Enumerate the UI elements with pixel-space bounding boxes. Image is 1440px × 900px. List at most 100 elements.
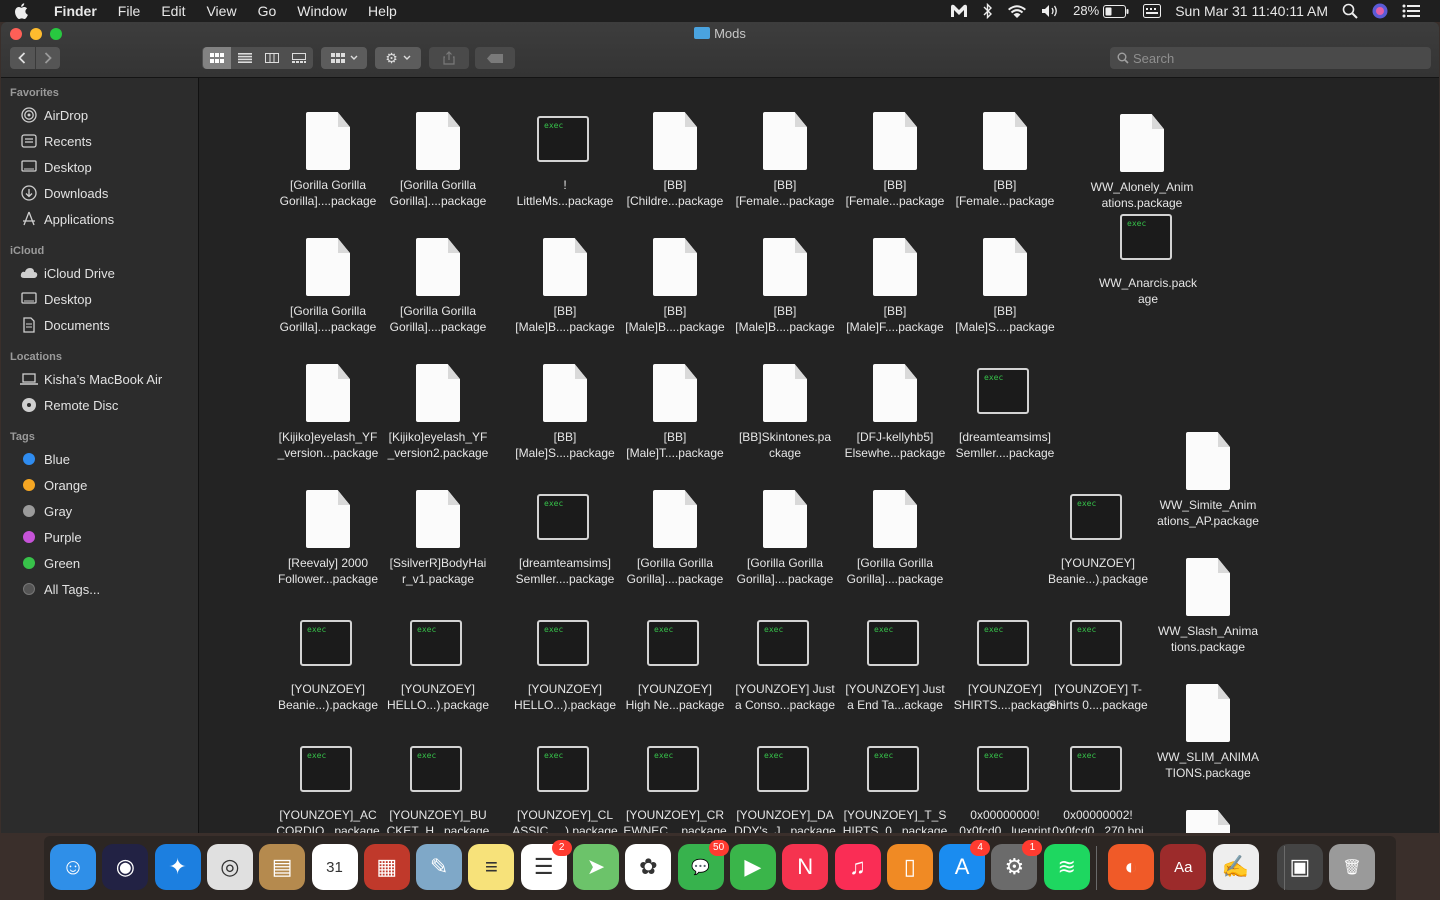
notification-center-icon[interactable]	[1402, 4, 1420, 18]
gallery-view-button[interactable]	[285, 47, 312, 69]
column-view-button[interactable]	[258, 47, 285, 69]
dock-glyph: ✿	[639, 854, 658, 879]
file-name: [Gorilla Gorilla Gorilla]....package	[264, 177, 392, 209]
dock-spotify-icon[interactable]: ≋	[1043, 844, 1090, 890]
action-menu-button[interactable]: ⚙	[375, 47, 421, 69]
sidebar-item-applications[interactable]: Applications	[19, 208, 114, 230]
dock-maps-icon[interactable]: ➤	[573, 844, 619, 890]
chevron-down-icon	[403, 55, 411, 60]
wifi-icon[interactable]	[1007, 4, 1027, 19]
sidebar-tag-gray[interactable]: Gray	[19, 500, 72, 522]
sidebar-item-macbook[interactable]: Kisha’s MacBook Air	[19, 368, 162, 390]
malwarebytes-icon[interactable]	[949, 3, 969, 19]
file-name: [YOUNZOEY]_AC CORDIO...package	[264, 807, 392, 833]
sidebar-item-label: All Tags...	[44, 581, 101, 597]
dock-books-icon[interactable]: ▯	[886, 844, 933, 890]
edit-tags-button[interactable]	[475, 47, 515, 69]
dock-news-icon[interactable]: N	[782, 844, 829, 890]
terminal-exec-icon: exec	[537, 746, 589, 792]
dock-finder-icon[interactable]: ☺	[50, 844, 96, 890]
dock-glyph: ▤	[271, 854, 293, 879]
menu-help[interactable]: Help	[368, 0, 397, 22]
dock-mediahuman-icon[interactable]: ◐	[1108, 844, 1154, 890]
menu-file[interactable]: File	[118, 0, 141, 22]
sidebar-item-icloud-desktop[interactable]: Desktop	[19, 288, 92, 310]
blank-document-icon	[873, 112, 917, 170]
apple-menu-icon[interactable]	[14, 3, 32, 19]
dock-safari-icon[interactable]: ✦	[154, 844, 201, 890]
sidebar-tag-orange[interactable]: Orange	[19, 474, 87, 496]
dock-glyph: ☺	[61, 854, 85, 879]
sidebar-item-label: Orange	[44, 477, 88, 493]
sidebar-item-airdrop[interactable]: AirDrop	[19, 104, 88, 126]
file-name-line-1: [SsilverR]BodyHai	[389, 556, 487, 570]
forward-button[interactable]	[36, 47, 61, 69]
exec-label: exec	[984, 625, 1004, 634]
clock-datetime[interactable]: Sun Mar 31 11:40:11 AM	[1175, 0, 1328, 22]
file-name-line-2: _version...package	[277, 446, 379, 460]
file-name-line-1: [YOUNZOEY]_AC	[279, 808, 377, 822]
dock-facetime-icon[interactable]: ▶	[729, 844, 776, 890]
menu-edit[interactable]: Edit	[161, 0, 185, 22]
menu-window[interactable]: Window	[297, 0, 347, 22]
file-name-line-1: [YOUNZOEY]	[527, 682, 602, 696]
dock-calendar-icon[interactable]: 31	[311, 844, 358, 890]
sidebar-item-desktop[interactable]: Desktop	[19, 156, 92, 178]
file-name-line-2: Follower...package	[277, 572, 379, 586]
dock-dictionary-icon[interactable]: Aa	[1160, 844, 1207, 890]
keyboard-input-icon[interactable]	[1143, 4, 1162, 18]
file-name: [YOUNZOEY]_CR EWNEC....package	[611, 807, 739, 833]
terminal-exec-icon: exec	[647, 746, 699, 792]
spotlight-search-icon[interactable]	[1342, 3, 1358, 19]
dock-photos-icon[interactable]: ✿	[625, 844, 672, 890]
dock-app-store-icon[interactable]: A4	[939, 840, 991, 890]
blank-document-icon	[653, 490, 697, 548]
file-name: [BB] [Female...package	[721, 177, 849, 209]
menu-view[interactable]: View	[206, 0, 236, 22]
dock-system-preferences-icon[interactable]: ⚙ 1	[991, 840, 1043, 890]
sidebar-item-icloud-drive[interactable]: iCloud Drive	[19, 262, 115, 284]
dock-photo-booth-icon[interactable]: ▦	[363, 844, 410, 890]
disc-icon	[19, 397, 39, 413]
dock-trash-icon[interactable]: 🗑	[1329, 844, 1376, 890]
sidebar-header-icloud: iCloud	[10, 245, 45, 257]
blank-document-icon	[763, 112, 807, 170]
group-by-button[interactable]	[321, 47, 367, 69]
list-view-button[interactable]	[231, 47, 258, 69]
sidebar-tag-purple[interactable]: Purple	[19, 526, 82, 548]
dock-preview-icon[interactable]: ✎	[416, 844, 463, 890]
dock-contacts-icon[interactable]: ▤	[259, 844, 306, 890]
sidebar-item-documents[interactable]: Documents	[19, 314, 110, 336]
volume-icon[interactable]	[1041, 4, 1059, 18]
dock-messages-icon[interactable]: 💬 50	[677, 840, 729, 890]
exec-label: exec	[544, 121, 564, 130]
sidebar-tag-green[interactable]: Green	[19, 552, 80, 574]
dock-siri-icon[interactable]: ◉	[102, 844, 149, 890]
search-field[interactable]: Search	[1110, 47, 1431, 69]
sidebar-item-downloads[interactable]: Downloads	[19, 182, 108, 204]
tag-icon	[487, 53, 503, 63]
back-button[interactable]	[10, 47, 36, 69]
bluetooth-icon[interactable]	[983, 3, 993, 19]
sidebar-tag-all[interactable]: All Tags...	[19, 578, 100, 600]
file-name-line-2: LittleMs...package	[516, 194, 614, 208]
sidebar-tag-blue[interactable]: Blue	[19, 448, 70, 470]
dock-textedit-icon[interactable]: ✍	[1212, 844, 1259, 890]
blank-document-icon	[1120, 114, 1164, 172]
icon-view-button[interactable]	[203, 47, 231, 69]
file-name-line-2: [Male]F....package	[846, 320, 944, 334]
dock-chrome-icon[interactable]: ◎	[206, 844, 253, 890]
dock-notes-icon[interactable]: ≡	[468, 844, 515, 890]
sidebar-item-remote-disc[interactable]: Remote Disc	[19, 394, 118, 416]
dock-reminders-icon[interactable]: ☰ 2	[520, 840, 572, 890]
battery-icon[interactable]	[1103, 4, 1129, 18]
siri-icon[interactable]	[1372, 3, 1388, 19]
menu-app-finder[interactable]: Finder	[54, 0, 97, 22]
file-name-line-1: [BB]	[553, 304, 577, 318]
share-button[interactable]	[429, 47, 469, 69]
sidebar-item-recents[interactable]: Recents	[19, 130, 92, 152]
dock-music-icon[interactable]: ♫	[834, 844, 881, 890]
document-file-icon	[837, 486, 953, 552]
menu-go[interactable]: Go	[258, 0, 277, 22]
file-name-line-1: [YOUNZOEY] Just	[845, 682, 945, 696]
